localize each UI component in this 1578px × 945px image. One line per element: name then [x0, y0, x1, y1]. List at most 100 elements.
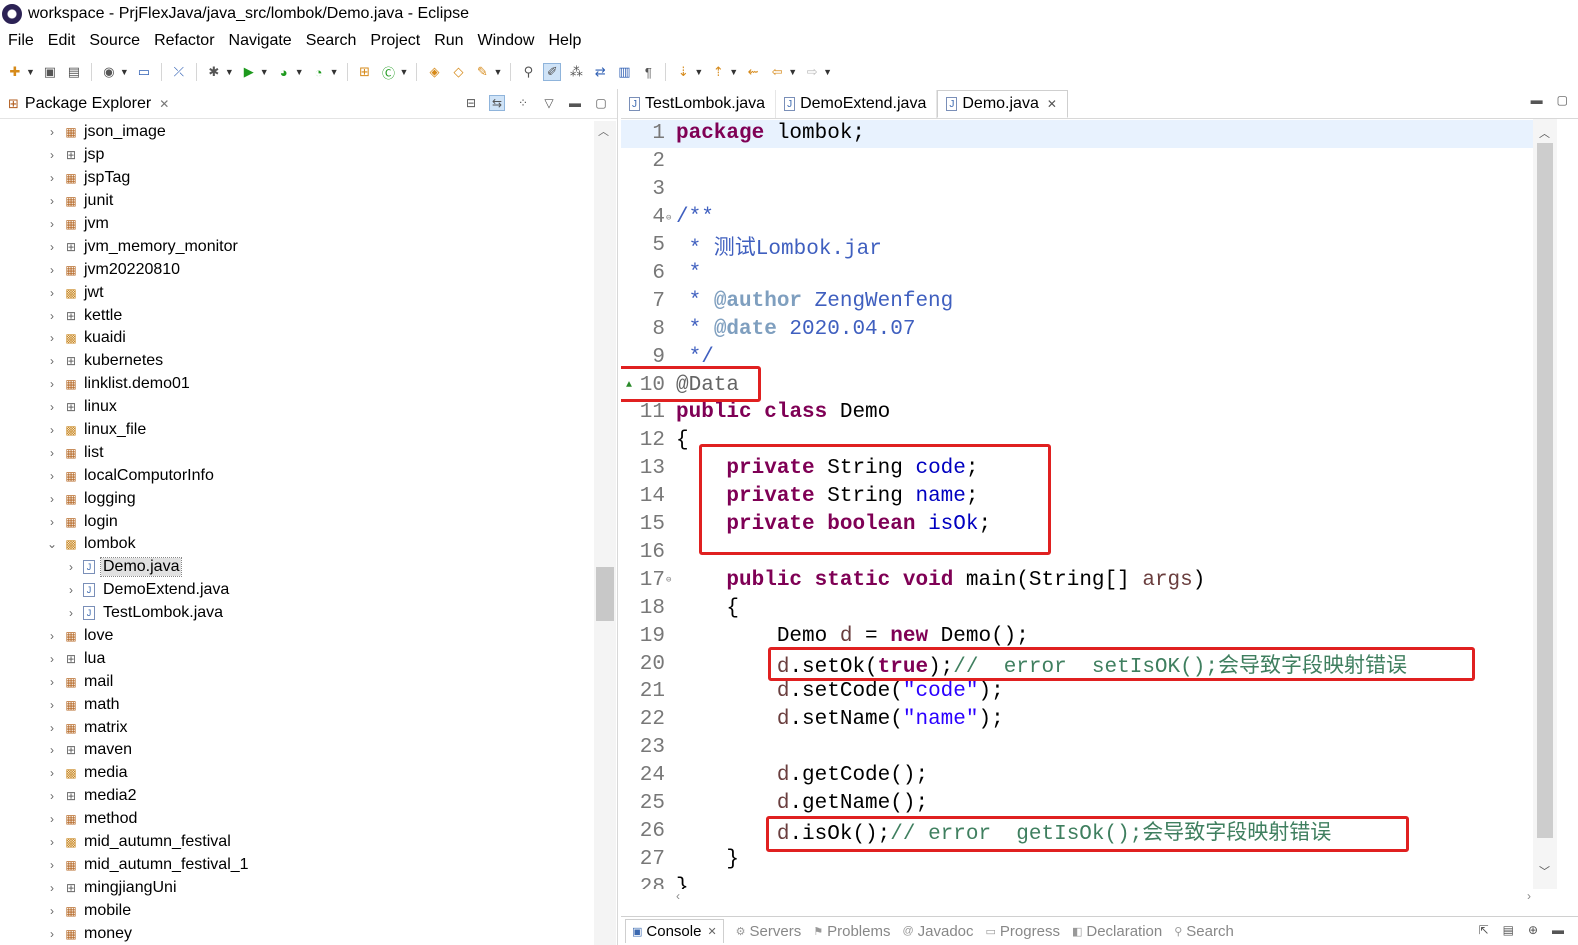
tree-item-package[interactable]: › ▦ logging	[0, 487, 594, 510]
tree-item-package[interactable]: › ▩ kuaidi	[0, 327, 594, 350]
code-line[interactable]: 6 *	[621, 260, 1533, 288]
search-dropdown-icon[interactable]: ▼	[493, 67, 502, 77]
close-icon[interactable]: ✕	[159, 97, 169, 111]
new-package-icon[interactable]: ⊞	[356, 63, 374, 81]
code-line[interactable]: ▲ 10 @Data	[621, 371, 1533, 399]
code-line[interactable]: 14 private String name;	[621, 483, 1533, 511]
tree-item-package[interactable]: › ▦ matrix	[0, 716, 594, 739]
code-line[interactable]: 12 {	[621, 427, 1533, 455]
tree-item-package[interactable]: › ⊞ kubernetes	[0, 350, 594, 373]
view-menu-icon[interactable]: ▽	[541, 95, 557, 111]
select-working-set-icon[interactable]: ⁘	[515, 95, 531, 111]
tree-item-file[interactable]: › J TestLombok.java	[0, 602, 594, 625]
scroll-right-icon[interactable]: ›	[1527, 889, 1531, 903]
chevron-right-icon[interactable]: ›	[47, 171, 57, 185]
tree-item-package[interactable]: › ▦ jvm	[0, 213, 594, 236]
code-line[interactable]: 22 d.setName("name");	[621, 706, 1533, 734]
chevron-right-icon[interactable]: ›	[47, 698, 57, 712]
chevron-right-icon[interactable]: ›	[47, 148, 57, 162]
tree-item-package[interactable]: › ⊞ lua	[0, 647, 594, 670]
debug-dropdown-icon[interactable]: ▼	[225, 67, 234, 77]
save-all-icon[interactable]: ▤	[65, 63, 83, 81]
link-with-editor-icon[interactable]: ⇆	[489, 95, 505, 111]
chevron-right-icon[interactable]: ›	[47, 721, 57, 735]
scroll-left-icon[interactable]: ‹	[676, 889, 680, 903]
forward-icon[interactable]: ⇨	[803, 63, 821, 81]
tree-item-package[interactable]: › ⊞ maven	[0, 739, 594, 762]
tab-servers[interactable]: ⚙ Servers	[736, 923, 802, 940]
tree-item-package[interactable]: › ⊞ kettle	[0, 304, 594, 327]
run-dropdown-icon[interactable]: ▼	[260, 67, 269, 77]
chevron-right-icon[interactable]: ›	[47, 743, 57, 757]
tree-item-package[interactable]: › ▦ junit	[0, 190, 594, 213]
chevron-right-icon[interactable]: ›	[47, 194, 57, 208]
chevron-right-icon[interactable]: ›	[47, 652, 57, 666]
code-line[interactable]: 1 package lombok;	[621, 120, 1533, 148]
menu-file[interactable]: File	[8, 32, 34, 50]
code-line[interactable]: 9 */	[621, 343, 1533, 371]
package-explorer-scrollbar[interactable]: ︿	[594, 121, 616, 945]
fold-toggle-icon[interactable]: ⊖	[666, 575, 671, 585]
code-line[interactable]: 17 ⊖ public static void main(String[] arg…	[621, 566, 1533, 594]
back-dropdown-icon[interactable]: ▼	[788, 67, 797, 77]
close-icon[interactable]: ✕	[707, 925, 716, 938]
minimize-icon[interactable]: ▬	[567, 95, 583, 111]
tree-item-package[interactable]: › ▦ jvm20220810	[0, 258, 594, 281]
search-toolbar-icon[interactable]: ✎	[473, 63, 491, 81]
chevron-right-icon[interactable]: ›	[66, 583, 76, 597]
code-line[interactable]: 8 * @date 2020.04.07	[621, 315, 1533, 343]
toggle-breadcrumb-icon[interactable]: ⚲	[519, 63, 537, 81]
scrollbar-thumb[interactable]	[1537, 143, 1553, 838]
chevron-right-icon[interactable]: ›	[47, 423, 57, 437]
tab-javadoc[interactable]: @ Javadoc	[902, 923, 973, 940]
tree-item-package[interactable]: ⌄ ▩ lombok	[0, 533, 594, 556]
tab-problems[interactable]: ⚑ Problems	[813, 923, 890, 940]
chevron-right-icon[interactable]: ›	[47, 789, 57, 803]
tree-item-package[interactable]: › ▦ love	[0, 625, 594, 648]
chevron-right-icon[interactable]: ›	[47, 675, 57, 689]
last-edit-location-icon[interactable]: ⇜	[744, 63, 762, 81]
chevron-right-icon[interactable]: ›	[47, 354, 57, 368]
code-line[interactable]: 16	[621, 539, 1533, 567]
editor-tab[interactable]: J TestLombok.java	[621, 90, 777, 118]
chevron-right-icon[interactable]: ›	[47, 492, 57, 506]
editor-tab[interactable]: J DemoExtend.java	[776, 90, 938, 118]
skip-breakpoints-icon[interactable]: ⤫	[170, 63, 188, 81]
minimize-icon[interactable]: ▬	[1531, 93, 1543, 107]
tab-progress[interactable]: ▭ Progress	[986, 923, 1060, 940]
override-marker-icon[interactable]: ▲	[626, 380, 632, 391]
collapse-all-icon[interactable]: ⊟	[463, 95, 479, 111]
pilcrow-icon[interactable]: ¶	[639, 63, 657, 81]
tree-item-package[interactable]: › ▦ json_image	[0, 121, 594, 144]
menu-source[interactable]: Source	[89, 32, 140, 50]
chevron-right-icon[interactable]: ›	[66, 560, 76, 574]
chevron-right-icon[interactable]: ›	[47, 446, 57, 460]
close-icon[interactable]: ✕	[1047, 97, 1057, 111]
chevron-right-icon[interactable]: ›	[47, 125, 57, 139]
code-line[interactable]: 28}	[621, 873, 1533, 889]
chevron-right-icon[interactable]: ›	[47, 400, 57, 414]
menu-refactor[interactable]: Refactor	[154, 32, 214, 50]
tree-item-package[interactable]: › ▦ jspTag	[0, 167, 594, 190]
next-annotation-icon[interactable]: ⇣	[674, 63, 692, 81]
publish-icon[interactable]: ◉	[100, 63, 118, 81]
tree-item-package[interactable]: › ▦ list	[0, 441, 594, 464]
menu-search[interactable]: Search	[306, 32, 357, 50]
tree-item-package[interactable]: › ⊞ media2	[0, 785, 594, 808]
menu-navigate[interactable]: Navigate	[229, 32, 292, 50]
code-line[interactable]: 11 public class Demo	[621, 399, 1533, 427]
next-annotation-dropdown-icon[interactable]: ▼	[694, 67, 703, 77]
tree-item-package[interactable]: › ▦ mail	[0, 670, 594, 693]
code-line[interactable]: 15 private boolean isOk;	[621, 511, 1533, 539]
scroll-down-icon[interactable]: ﹀	[1539, 863, 1550, 879]
external-tools-dropdown-icon[interactable]: ▼	[330, 67, 339, 77]
editor-vertical-scrollbar[interactable]: ︿ ﹀	[1533, 119, 1557, 889]
menu-run[interactable]: Run	[434, 32, 463, 50]
pin-console-icon[interactable]: ⇱	[1479, 923, 1489, 937]
toggle-block-selection-icon[interactable]: ⁂	[567, 63, 585, 81]
maximize-icon[interactable]: ▢	[1557, 93, 1568, 107]
maximize-icon[interactable]: ▢	[593, 95, 609, 111]
chevron-right-icon[interactable]: ›	[47, 904, 57, 918]
menu-edit[interactable]: Edit	[48, 32, 76, 50]
chevron-right-icon[interactable]: ›	[47, 835, 57, 849]
